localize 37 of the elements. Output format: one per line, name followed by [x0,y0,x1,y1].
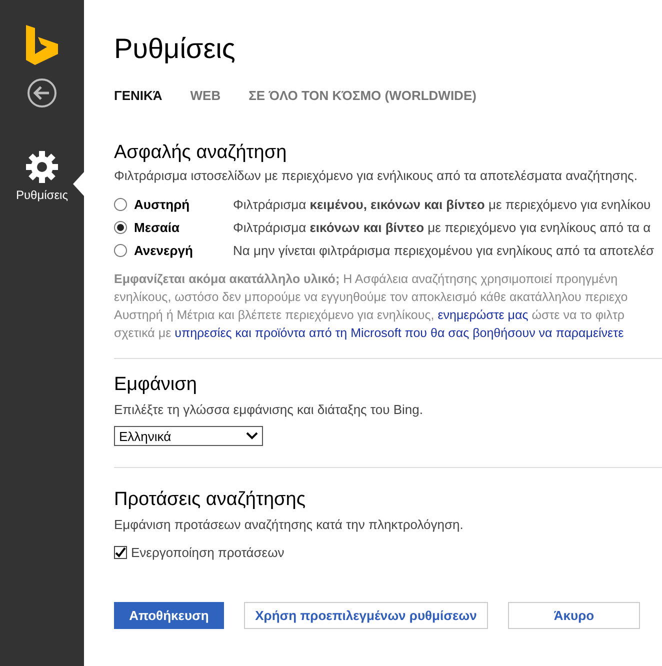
option-label[interactable]: Αυστηρή [134,195,233,215]
section-heading: Εμφάνιση [114,373,198,398]
note-text: ενηλίκους, ωστόσο δεν μπορούμε να εγγυηθούμε τον αποκλεισμό κάθε ακατάλληλου περιεχο [114,290,628,304]
note-text: σχετικά με [114,326,172,340]
sidebar-item-label[interactable]: Ρυθμίσεις [16,186,68,204]
gear-icon[interactable] [26,151,58,183]
tab[interactable]: ΓΕΝΙΚΆ [114,86,162,106]
bing-logo-icon[interactable] [26,25,58,65]
section-description: Φιλτράρισμα ιστοσελίδων με περιεχόμενο για ενήλικους από τα αποτελέσματα αναζήτησης. [114,166,638,185]
note-text: Εμφανίζεται ακόμα ακατάλληλο υλικό; Η Ασφάλεια αναζήτησης χρησιμοποιεί προηγμένη [114,272,618,286]
option-description: Να μην γίνεται φιλτράρισμα περιεχομένου για ενηλίκους από τα αποτελέσ [233,242,654,260]
cancel-button[interactable]: Άκυρο [508,602,640,630]
page-title: Ρυθμίσεις [114,32,236,66]
radio-button[interactable] [114,221,127,234]
radio-button[interactable] [114,198,127,212]
option-description: Φιλτράρισμα εικόνων και βίντεο με περιεχόμενο για ενηλίκους από τα α [233,219,651,238]
option-label[interactable]: Μεσαία [134,218,233,238]
note-text: ώστε να το φιλτρ [530,308,625,322]
tab[interactable]: ΣΕ ΌΛΟ ΤΟΝ ΚΌΣΜΟ (WORLDWIDE) [248,86,476,106]
link[interactable]: υπηρεσίες και προϊόντα από τη Microsoft που θα σας βοηθήσουν να παραμείνετε [174,326,624,340]
checkbox[interactable] [114,546,127,559]
option-label[interactable]: Ανενεργή [134,241,233,261]
tab[interactable]: WEB [190,86,221,106]
note-text: Αυστηρή ή Μέτρια και βλέπετε περιεχόμενο για ενηλίκους, [114,308,436,322]
checkbox-label[interactable]: Ενεργοποίηση προτάσεων [131,542,284,562]
section-heading: Προτάσεις αναζήτησης [114,488,306,512]
section-heading: Ασφαλής αναζήτηση [114,141,288,166]
option-description: Φιλτράρισμα κειμένου, εικόνων και βίντεο με περιεχόμενο για ενηλίκου [233,196,651,214]
language-select[interactable]: Ελληνικά [114,426,263,446]
link[interactable]: ενημερώστε μας [438,308,528,322]
radio-button[interactable] [114,244,127,258]
selection-pointer [73,172,84,196]
section-description: Επιλέξτε τη γλώσσα εμφάνισης και διάταξης του Bing. [114,400,424,419]
chevron-down-icon [246,432,258,440]
section-description: Εμφάνιση προτάσεων αναζήτησης κατά την πληκτρολόγηση. [114,516,464,534]
save-button[interactable]: Αποθήκευση [114,602,224,630]
reset-defaults-button[interactable]: Χρήση προεπιλεγμένων ρυθμίσεων [244,602,488,630]
